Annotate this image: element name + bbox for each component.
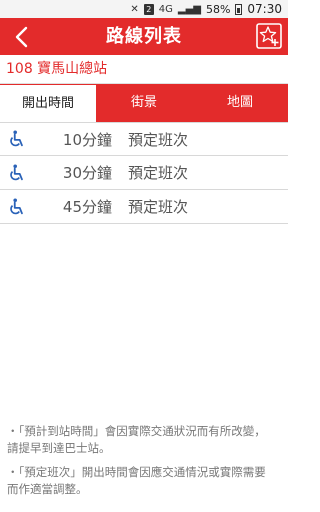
departure-type: 預定班次 [128, 164, 189, 182]
wheelchair-icon [10, 163, 23, 180]
app-bar: 路線列表 [0, 18, 288, 55]
battery-percent: 58% [205, 2, 231, 16]
note-eta: ・「預計到站時間」會因實際交通狀況而有所改變，請提早到達巴士站。 [7, 424, 266, 455]
list-item[interactable]: 45分鐘 預定班次 [0, 190, 288, 224]
wheelchair-icon [10, 130, 23, 147]
note-scheduled: ・「預定班次」開出時間會因應交通情況或實際需要而作適當調整。 [7, 465, 266, 496]
page-title: 路線列表 [106, 26, 182, 47]
status-bar: ✕ 2 4G ▂▄▆ 58% 07:30 [0, 0, 288, 18]
tab-street-view[interactable]: 街景 [96, 84, 192, 122]
list-item[interactable]: 10分鐘 預定班次 [0, 122, 288, 156]
departure-time: 30分鐘 [62, 164, 112, 182]
departure-list: 10分鐘 預定班次 30分鐘 預定班次 45分鐘 預定班次 [0, 122, 288, 224]
clock: 07:30 [247, 2, 282, 16]
wheelchair-icon [10, 197, 23, 214]
add-favorite-button[interactable] [256, 23, 282, 49]
departure-time: 45分鐘 [62, 198, 112, 216]
tab-bar: 開出時間 街景 地圖 [0, 84, 288, 122]
tab-map[interactable]: 地圖 [192, 84, 288, 122]
network-type-label: 4G [158, 3, 173, 15]
star-add-icon [256, 23, 282, 49]
tab-departure-time[interactable]: 開出時間 [0, 84, 96, 122]
departure-type: 預定班次 [128, 198, 189, 216]
mute-icon: ✕ [130, 3, 139, 15]
battery-icon [235, 3, 243, 15]
departure-time: 10分鐘 [62, 130, 112, 149]
signal-icon: ▂▄▆ [177, 3, 201, 15]
sim-icon: 2 [143, 3, 154, 15]
list-item[interactable]: 30分鐘 預定班次 [0, 156, 288, 190]
notes: ・「預計到站時間」會因實際交通狀況而有所改變，請提早到達巴士站。 ・「預定班次」… [7, 423, 277, 505]
departure-type: 預定班次 [128, 130, 189, 149]
route-label: 108 寶馬山總站 [0, 55, 288, 84]
